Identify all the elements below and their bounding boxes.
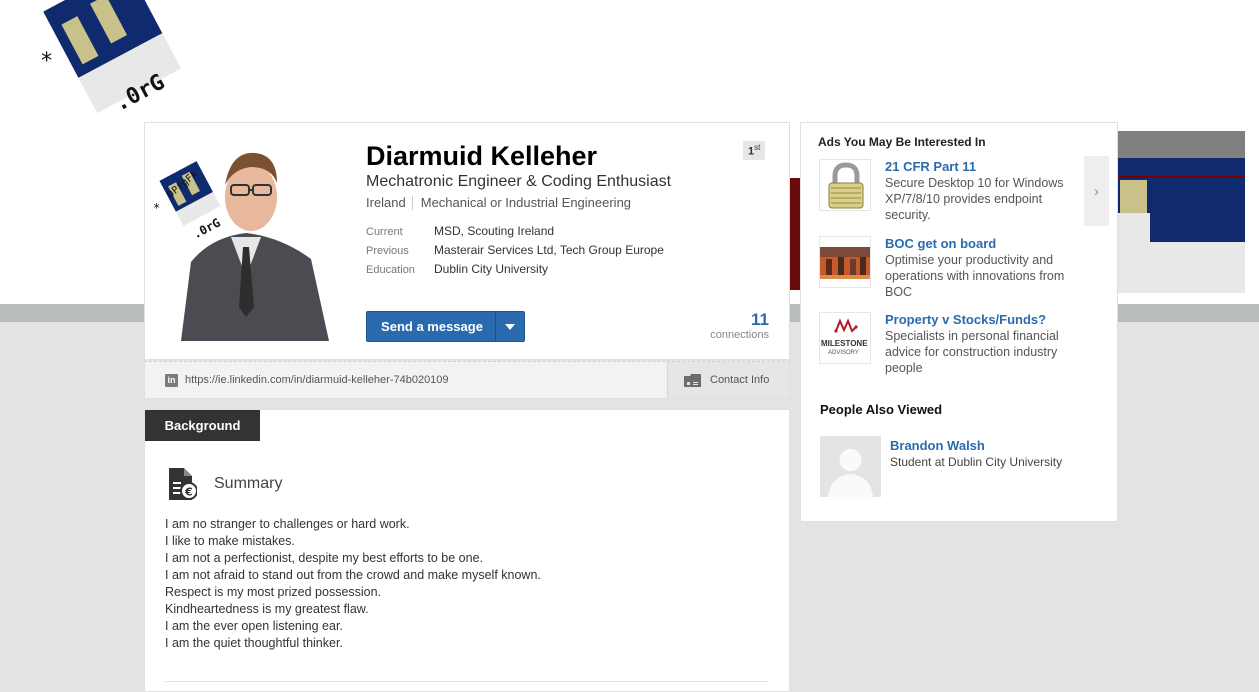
milestone-logo-text: MILESTONE (821, 339, 868, 348)
divider (411, 196, 413, 210)
section-divider (165, 681, 769, 682)
ad-item[interactable]: 21 CFR Part 11 Secure Desktop 10 for Win… (819, 159, 1089, 229)
chevron-down-icon (505, 323, 515, 330)
industry-link[interactable]: Mechanical or Industrial Engineering (421, 195, 631, 210)
ad-description: Optimise your productivity and operation… (885, 253, 1065, 299)
padlock-icon (819, 159, 871, 211)
current-row: Current MSD, Scouting Ireland (366, 224, 554, 238)
background-tab[interactable]: Background (145, 410, 260, 441)
summary-title: Summary (214, 475, 283, 492)
ad-item[interactable]: BOC get on board Optimise your productiv… (819, 236, 1089, 306)
send-options-dropdown[interactable] (495, 312, 524, 341)
education-value[interactable]: Dublin City University (434, 262, 548, 276)
pav-person-name[interactable]: Brandon Walsh (890, 438, 985, 453)
ad-title[interactable]: Property v Stocks/Funds? (885, 312, 1085, 328)
summary-line: I am the ever open listening ear. (165, 619, 343, 633)
connection-degree-badge: 1st (743, 141, 766, 160)
summary-text: I am no stranger to challenges or hard w… (165, 516, 541, 652)
ads-title: Ads You May Be Interested In (818, 135, 986, 149)
summary-line: Respect is my most prized possession. (165, 585, 382, 599)
contact-info-label: Contact Info (710, 374, 770, 386)
current-label: Current (366, 226, 403, 238)
boc-photo (819, 236, 871, 288)
person-silhouette-icon (820, 436, 881, 497)
summary-line: I am not a perfectionist, despite my bes… (165, 551, 483, 565)
site-logo[interactable]: * .0rG (15, 0, 205, 125)
profile-headline: Mechatronic Engineer & Coding Enthusiast (366, 173, 672, 190)
linkedin-icon: in (165, 374, 178, 387)
people-also-viewed-title: People Also Viewed (820, 402, 943, 417)
ad-description: Secure Desktop 10 for Windows XP/7/8/10 … (885, 176, 1064, 222)
avatar[interactable] (820, 436, 881, 497)
summary-line: Kindheartedness is my greatest flaw. (165, 602, 369, 616)
ads-next-arrow[interactable]: › (1084, 156, 1109, 226)
location-industry: Ireland Mechanical or Industrial Engineer… (366, 195, 631, 210)
education-label: Education (366, 264, 415, 276)
milestone-logo-sub: ADVISORY (828, 350, 859, 356)
public-profile-bar: in https://ie.linkedin.com/in/diarmuid-k… (144, 361, 790, 399)
previous-row: Previous Masterair Services Ltd, Tech Gro… (366, 243, 664, 257)
ad-title[interactable]: BOC get on board (885, 236, 1085, 252)
summary-line: I am the quiet thoughtful thinker. (165, 636, 343, 650)
contact-info-button[interactable]: Contact Info (667, 362, 789, 398)
right-sidebar: Ads You May Be Interested In 21 CFR Part… (800, 122, 1118, 522)
pav-person-headline: Student at Dublin City University (890, 455, 1063, 469)
ad-description: Specialists in personal financial advice… (885, 329, 1059, 375)
connections-label: connections (710, 329, 769, 341)
folder-card-icon (684, 373, 701, 387)
public-profile-url[interactable]: https://ie.linkedin.com/in/diarmuid-kell… (185, 374, 449, 386)
milestone-logo: MILESTONE ADVISORY (819, 312, 871, 364)
send-message-label: Send a message (381, 319, 483, 334)
connections-count[interactable]: 11 (751, 310, 769, 330)
profile-card: DPfgFk * .0rG Diarmuid Kelleher 1st Mech… (144, 122, 790, 360)
svg-text:€: € (184, 486, 193, 499)
send-message-button[interactable]: Send a message (366, 311, 525, 342)
summary-line: I am no stranger to challenges or hard w… (165, 517, 410, 531)
summary-line: I am not afraid to stand out from the cr… (165, 568, 541, 582)
previous-label: Previous (366, 245, 409, 257)
ad-title[interactable]: 21 CFR Part 11 (885, 159, 1085, 175)
summary-line: I like to make mistakes. (165, 534, 295, 548)
photo-logo-star: * (153, 201, 160, 215)
background-section: Background € Summary I am no stranger to… (144, 409, 790, 692)
ad-item[interactable]: MILESTONE ADVISORY Property v Stocks/Fun… (819, 312, 1089, 382)
education-row: Education Dublin City University (366, 262, 548, 276)
previous-value[interactable]: Masterair Services Ltd, Tech Group Europ… (434, 243, 664, 257)
profile-photo[interactable]: DPfgFk * .0rG (151, 137, 339, 341)
summary-document-icon: € (169, 468, 197, 500)
location-link[interactable]: Ireland (366, 195, 406, 210)
current-value[interactable]: MSD, Scouting Ireland (434, 224, 554, 238)
profile-name: Diarmuid Kelleher (366, 141, 598, 171)
logo-star: * (40, 49, 53, 74)
